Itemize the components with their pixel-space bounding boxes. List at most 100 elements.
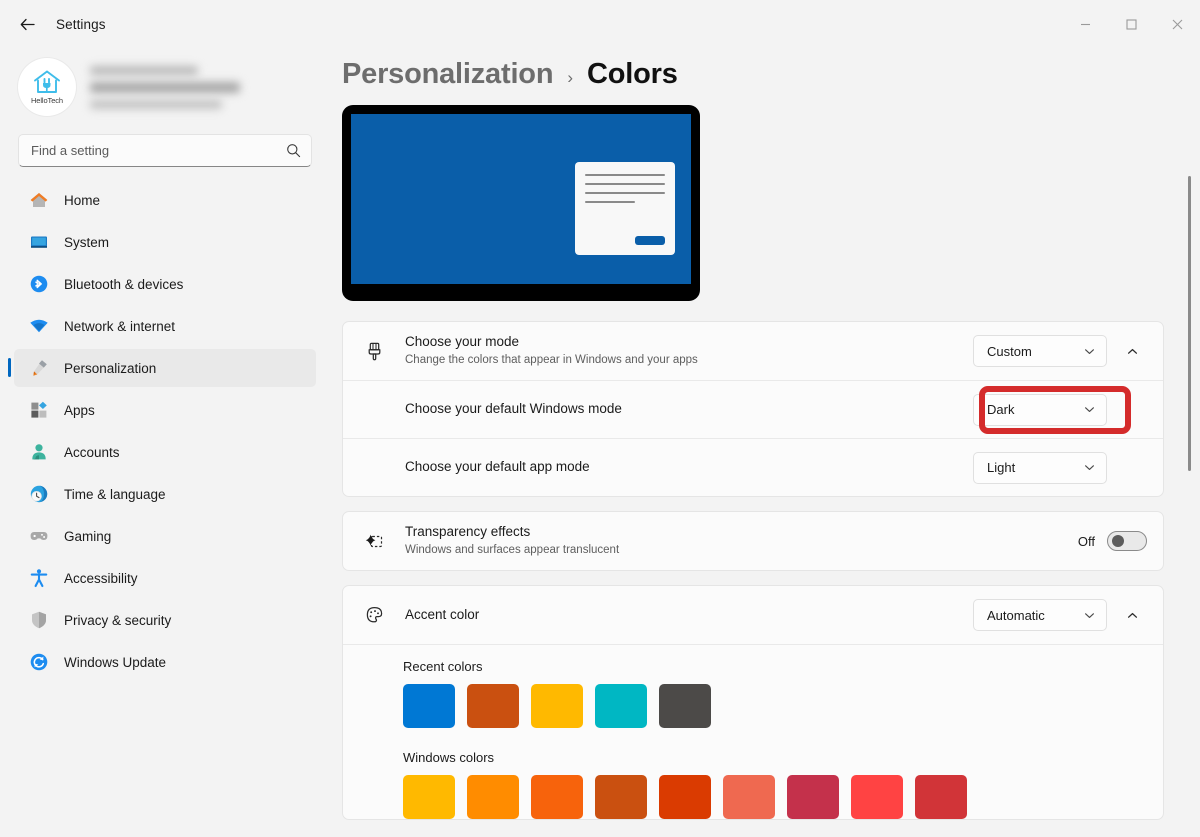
search-icon: [286, 143, 301, 158]
row-title: Choose your default Windows mode: [405, 400, 973, 418]
dropdown-value: Dark: [987, 402, 1014, 417]
window-controls: [1062, 0, 1200, 48]
sidebar-item-label: Accounts: [64, 445, 120, 460]
sidebar-item-network[interactable]: Network & internet: [14, 307, 316, 345]
breadcrumb-parent[interactable]: Personalization: [342, 58, 553, 91]
hellotech-house-plug-icon: [32, 69, 62, 95]
page-title: Colors: [587, 58, 678, 91]
title-bar: Settings: [0, 0, 1200, 48]
maximize-icon: [1126, 19, 1137, 30]
windows-color-swatch[interactable]: [787, 775, 839, 819]
row-subtitle: Change the colors that appear in Windows…: [405, 353, 973, 369]
close-button[interactable]: [1154, 0, 1200, 48]
user-profile[interactable]: HelloTech: [12, 50, 318, 126]
windows-color-swatch[interactable]: [659, 775, 711, 819]
paintbrush-icon: [28, 357, 50, 379]
accent-color-card: Accent color Automatic: [342, 585, 1164, 820]
toggle-state-label: Off: [1078, 534, 1095, 549]
clock-globe-icon: [28, 483, 50, 505]
accent-color-dropdown[interactable]: Automatic: [973, 599, 1107, 631]
windows-color-swatch[interactable]: [851, 775, 903, 819]
default-app-mode-dropdown[interactable]: Light: [973, 452, 1107, 484]
windows-colors-row: [403, 775, 1147, 819]
sidebar-item-label: Windows Update: [64, 655, 166, 670]
accent-color-text: Accent color: [405, 606, 973, 624]
vertical-scrollbar[interactable]: [1184, 76, 1196, 837]
maximize-button[interactable]: [1108, 0, 1154, 48]
transparency-effects-row: Transparency effects Windows and surface…: [343, 512, 1163, 570]
back-button[interactable]: [10, 7, 44, 41]
sidebar-item-home[interactable]: Home: [14, 181, 316, 219]
collapse-accent-card-button[interactable]: [1117, 600, 1147, 630]
sidebar-item-label: Personalization: [64, 361, 156, 376]
dropdown-value: Light: [987, 460, 1015, 475]
sidebar-item-time-language[interactable]: Time & language: [14, 475, 316, 513]
minimize-icon: [1080, 19, 1091, 30]
dropdown-value: Automatic: [987, 608, 1045, 623]
sidebar-item-accessibility[interactable]: Accessibility: [14, 559, 316, 597]
recent-color-swatch[interactable]: [467, 684, 519, 728]
breadcrumb: Personalization › Colors: [342, 48, 1164, 105]
windows-color-swatch[interactable]: [467, 775, 519, 819]
collapse-mode-card-button[interactable]: [1117, 336, 1147, 366]
windows-color-swatch[interactable]: [403, 775, 455, 819]
choose-mode-dropdown[interactable]: Custom: [973, 335, 1107, 367]
recent-colors-row: [403, 684, 1147, 728]
sidebar-item-bluetooth[interactable]: Bluetooth & devices: [14, 265, 316, 303]
sidebar-item-gaming[interactable]: Gaming: [14, 517, 316, 555]
row-title: Transparency effects: [405, 523, 1078, 541]
sidebar-item-apps[interactable]: Apps: [14, 391, 316, 429]
choose-mode-row: Choose your mode Change the colors that …: [343, 322, 1163, 380]
search-box[interactable]: [18, 134, 312, 167]
sidebar-item-privacy-security[interactable]: Privacy & security: [14, 601, 316, 639]
sidebar-item-windows-update[interactable]: Windows Update: [14, 643, 316, 681]
recent-color-swatch[interactable]: [403, 684, 455, 728]
windows-color-swatch[interactable]: [595, 775, 647, 819]
gamepad-icon: [28, 525, 50, 547]
windows-color-swatch[interactable]: [531, 775, 583, 819]
accent-color-row: Accent color Automatic: [343, 586, 1163, 644]
recent-colors-label: Recent colors: [403, 659, 1147, 674]
color-palette-icon: [361, 605, 387, 626]
account-name-redacted: [90, 66, 312, 109]
row-subtitle: Windows and surfaces appear translucent: [405, 543, 1078, 559]
transparency-sparkle-icon: [361, 531, 387, 552]
default-windows-mode-dropdown[interactable]: Dark: [973, 394, 1107, 426]
default-windows-mode-text: Choose your default Windows mode: [405, 400, 973, 418]
default-windows-mode-controls: Dark: [973, 394, 1147, 426]
sidebar-nav: Home System: [12, 181, 318, 681]
transparency-effects-toggle[interactable]: [1107, 531, 1147, 551]
sidebar-item-label: Home: [64, 193, 100, 208]
sidebar: HelloTech: [0, 48, 330, 837]
search-input[interactable]: [31, 143, 286, 158]
sidebar-item-label: Network & internet: [64, 319, 175, 334]
system-monitor-icon: [28, 231, 50, 253]
sidebar-item-accounts[interactable]: Accounts: [14, 433, 316, 471]
recent-color-swatch[interactable]: [659, 684, 711, 728]
bluetooth-icon: [28, 273, 50, 295]
recent-color-swatch[interactable]: [531, 684, 583, 728]
scrollbar-thumb[interactable]: [1188, 176, 1191, 471]
sidebar-item-personalization[interactable]: Personalization: [14, 349, 316, 387]
paintbrush-icon: [361, 341, 387, 362]
default-app-mode-text: Choose your default app mode: [405, 458, 973, 476]
sidebar-item-label: Gaming: [64, 529, 111, 544]
windows-color-swatch[interactable]: [723, 775, 775, 819]
recent-color-swatch[interactable]: [595, 684, 647, 728]
avatar: HelloTech: [18, 58, 76, 116]
breadcrumb-separator-icon: ›: [567, 68, 573, 88]
chevron-down-icon: [1083, 403, 1096, 416]
sidebar-item-label: Accessibility: [64, 571, 138, 586]
back-arrow-icon: [19, 16, 36, 33]
chevron-down-icon: [1083, 345, 1096, 358]
default-windows-mode-row: Choose your default Windows mode Dark: [343, 380, 1163, 438]
sidebar-item-system[interactable]: System: [14, 223, 316, 261]
account-person-icon: [28, 441, 50, 463]
minimize-button[interactable]: [1062, 0, 1108, 48]
transparency-effects-text: Transparency effects Windows and surface…: [405, 523, 1078, 559]
choose-mode-text: Choose your mode Change the colors that …: [405, 333, 973, 369]
default-app-mode-row: Choose your default app mode Light: [343, 438, 1163, 496]
update-refresh-icon: [28, 651, 50, 673]
windows-color-swatch[interactable]: [915, 775, 967, 819]
default-app-mode-controls: Light: [973, 452, 1147, 484]
